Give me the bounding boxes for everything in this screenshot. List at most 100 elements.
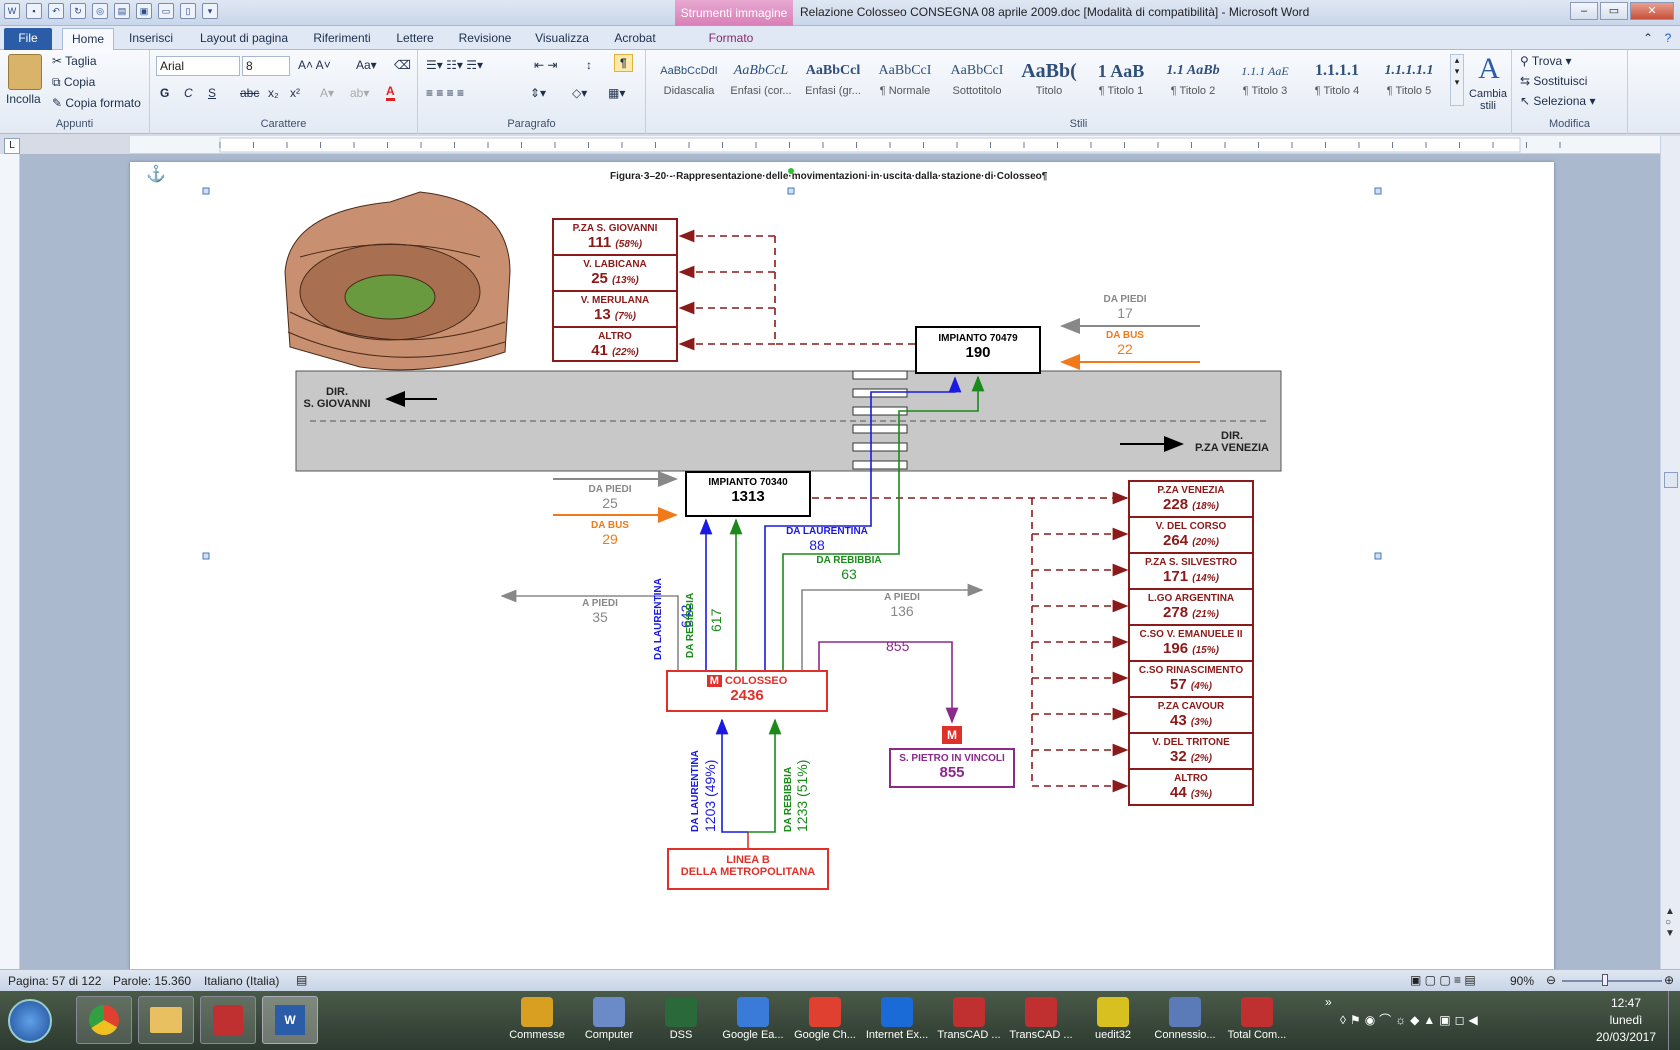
- taskbar-item[interactable]: Google Ch...: [790, 995, 860, 1047]
- zoom-slider-thumb[interactable]: [1602, 974, 1608, 986]
- taskbar-item[interactable]: Total Com...: [1222, 995, 1292, 1047]
- subscript-button[interactable]: x₂: [268, 86, 279, 100]
- word-icon[interactable]: W: [4, 3, 20, 19]
- zoom-in-icon[interactable]: ⊕: [1664, 973, 1674, 987]
- superscript-button[interactable]: x²: [290, 86, 300, 100]
- taskbar-item[interactable]: Computer: [574, 995, 644, 1047]
- ribbon-collapse-icon[interactable]: ⌃: [1640, 28, 1656, 50]
- bullets-icon[interactable]: ☰▾ ☷▾ ☴▾: [426, 58, 483, 72]
- paste-icon[interactable]: [8, 54, 42, 90]
- tab-acrobat[interactable]: Acrobat: [606, 28, 664, 50]
- open-icon[interactable]: ▣: [136, 3, 152, 19]
- customize-qat-icon[interactable]: ▾: [202, 3, 218, 19]
- minimize-button[interactable]: –: [1570, 2, 1598, 20]
- style-titolo1[interactable]: 1 AaB ¶ Titolo 1: [1086, 56, 1156, 104]
- pinned-transcad-icon[interactable]: [200, 996, 256, 1044]
- undo-icon[interactable]: ↶: [48, 3, 64, 19]
- document-page[interactable]: ⚓ Figura·3–20·-·Rappresentazione·delle·m…: [130, 162, 1554, 969]
- shading-icon[interactable]: ◇▾: [572, 86, 587, 100]
- tray-icons[interactable]: ◊⚑◉⌒☼◆▲▣◻◀: [1340, 1011, 1482, 1028]
- style-titolo4[interactable]: 1.1.1.1 ¶ Titolo 4: [1302, 56, 1372, 104]
- zoom-level[interactable]: 90%: [1510, 974, 1534, 988]
- grow-font-icon[interactable]: A˄ A˅: [298, 58, 331, 72]
- taskbar-item[interactable]: Google Ea...: [718, 995, 788, 1047]
- select-button[interactable]: ↖ Seleziona ▾: [1520, 94, 1595, 108]
- format-painter-button[interactable]: ✎ Copia formato: [52, 96, 141, 110]
- taskbar-item[interactable]: Connessio...: [1150, 995, 1220, 1047]
- cut-button[interactable]: ✂ Taglia: [52, 54, 97, 68]
- copy-button[interactable]: ⧉ Copia: [52, 75, 95, 90]
- print-icon[interactable]: ▤: [114, 3, 130, 19]
- tab-mailings[interactable]: Lettere: [390, 28, 440, 50]
- font-name-select[interactable]: Arial: [156, 56, 240, 76]
- style-titolo5[interactable]: 1.1.1.1.1 ¶ Titolo 5: [1374, 56, 1444, 104]
- font-color-icon[interactable]: A: [386, 84, 395, 101]
- rotation-handle[interactable]: [788, 168, 794, 174]
- start-button[interactable]: [8, 999, 52, 1043]
- align-icons[interactable]: ≡ ≡ ≡ ≡: [426, 86, 464, 100]
- tab-insert[interactable]: Inserisci: [122, 28, 180, 50]
- style-didascalia[interactable]: AaBbCcDdI Didascalia: [654, 56, 724, 104]
- close-button[interactable]: ✕: [1630, 2, 1674, 20]
- taskbar-item[interactable]: TransCAD ...: [1006, 995, 1076, 1047]
- borders-icon[interactable]: ▦▾: [608, 86, 625, 100]
- style-normale[interactable]: AaBbCcI ¶ Normale: [870, 56, 940, 104]
- taskbar-item[interactable]: Commesse: [502, 995, 572, 1047]
- paste-button[interactable]: Incolla: [6, 92, 41, 106]
- zoom-out-icon[interactable]: ⊖: [1546, 973, 1556, 987]
- language[interactable]: Italiano (Italia): [204, 974, 279, 988]
- pinned-explorer-icon[interactable]: [138, 996, 194, 1044]
- line-spacing-icon[interactable]: ⇕▾: [530, 86, 546, 100]
- tab-format[interactable]: Formato: [700, 28, 762, 50]
- change-styles-button[interactable]: Cambia stili: [1466, 88, 1510, 112]
- font-size-select[interactable]: 8: [242, 56, 290, 76]
- tab-selector[interactable]: L: [4, 138, 20, 154]
- zoom-slider[interactable]: [1562, 980, 1662, 982]
- underline-button[interactable]: S: [208, 86, 216, 100]
- view-buttons[interactable]: ▣ ▢ ▢ ≡ ▤: [1410, 973, 1476, 987]
- sort-icon[interactable]: ↕: [586, 58, 592, 72]
- folder-icon[interactable]: ▭: [158, 3, 174, 19]
- taskbar-item[interactable]: uedit32: [1078, 995, 1148, 1047]
- pinned-chrome-icon[interactable]: [76, 996, 132, 1044]
- style-titolo3[interactable]: 1.1.1 AaE ¶ Titolo 3: [1230, 56, 1300, 104]
- italic-button[interactable]: C: [184, 86, 193, 100]
- taskbar-item[interactable]: Internet Ex...: [862, 995, 932, 1047]
- taskbar-item[interactable]: DSS: [646, 995, 716, 1047]
- save-icon[interactable]: ▪: [26, 3, 42, 19]
- find-button[interactable]: ⚲ Trova ▾: [1520, 54, 1572, 68]
- style-enfasi-cor[interactable]: AaBbCcL Enfasi (cor...: [726, 56, 796, 104]
- text-effects-icon[interactable]: A▾: [320, 86, 334, 100]
- maximize-button[interactable]: ▭: [1600, 2, 1628, 20]
- style-enfasi-gr[interactable]: AaBbCcl Enfasi (gr...: [798, 56, 868, 104]
- proofing-icon[interactable]: ▤: [296, 973, 307, 987]
- change-styles-icon[interactable]: A: [1468, 52, 1510, 86]
- tab-home[interactable]: Home: [62, 28, 114, 50]
- new-doc-icon[interactable]: ▯: [180, 3, 196, 19]
- tab-review[interactable]: Revisione: [452, 28, 518, 50]
- show-desktop-button[interactable]: [1668, 991, 1680, 1050]
- scroll-thumb[interactable]: [1664, 472, 1678, 488]
- taskbar-item[interactable]: TransCAD ...: [934, 995, 1004, 1047]
- help-icon[interactable]: ?: [1660, 28, 1676, 50]
- page-count[interactable]: Pagina: 57 di 122: [8, 974, 101, 988]
- strikethrough-button[interactable]: abc: [240, 86, 259, 100]
- show-hidden-icons[interactable]: »: [1325, 995, 1332, 1009]
- clear-format-icon[interactable]: ⌫: [394, 58, 411, 72]
- page-nav-icons[interactable]: ▲ ○ ▼: [1665, 906, 1675, 939]
- change-case-icon[interactable]: Aa▾: [356, 58, 377, 72]
- show-marks-button[interactable]: ¶: [614, 54, 633, 72]
- redo-icon[interactable]: ↻: [70, 3, 86, 19]
- word-count[interactable]: Parole: 15.360: [113, 974, 191, 988]
- clock[interactable]: 12:47 lunedì 20/03/2017: [1590, 995, 1662, 1046]
- highlight-icon[interactable]: ab▾: [350, 86, 369, 100]
- pinned-word-icon[interactable]: W: [262, 996, 318, 1044]
- tab-file[interactable]: File: [4, 28, 52, 50]
- vertical-ruler[interactable]: [0, 154, 20, 969]
- indent-icon[interactable]: ⇤ ⇥: [534, 58, 557, 72]
- style-titolo[interactable]: AaBb(Titolo: [1014, 56, 1084, 104]
- tab-references[interactable]: Riferimenti: [306, 28, 378, 50]
- style-titolo2[interactable]: 1.1 AaBb ¶ Titolo 2: [1158, 56, 1228, 104]
- tab-layout[interactable]: Layout di pagina: [192, 28, 296, 50]
- vertical-scrollbar[interactable]: ▲ ○ ▼: [1660, 136, 1680, 969]
